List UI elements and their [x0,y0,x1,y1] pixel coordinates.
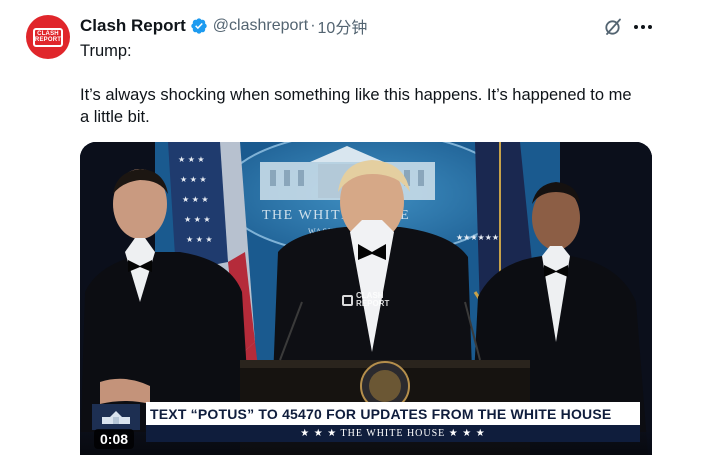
lower-third-headline: TEXT “POTUS” TO 45470 FOR UPDATES FROM T… [150,405,612,422]
grok-icon[interactable] [603,17,623,37]
tweet-text: Trump: It’s always shocking when somethi… [80,40,680,128]
avatar-line2: REPORT [34,37,62,43]
watermark-logo-icon [342,294,353,306]
video-duration: 0:08 [94,429,135,449]
more-icon[interactable] [632,17,654,37]
timestamp[interactable]: 10分钟 [318,14,368,38]
svg-text:★ ★ ★: ★ ★ ★ [180,175,207,184]
separator-dot: · [310,17,316,34]
lower-third-sub-bar: ★ ★ ★ THE WHITE HOUSE ★ ★ ★ [146,425,640,442]
svg-text:★ ★ ★: ★ ★ ★ [184,215,211,224]
verified-badge-icon [191,18,207,34]
video-watermark: CLASH REPORT [342,292,389,308]
avatar[interactable]: CLASH REPORT [26,15,70,59]
svg-text:★★★★★★: ★★★★★★ [456,233,499,242]
svg-text:★ ★ ★: ★ ★ ★ [182,195,209,204]
author-handle[interactable]: @clashreport [213,17,308,35]
avatar-logo: CLASH REPORT [33,27,63,47]
tweet-line-1: Trump: [80,42,132,60]
watermark-line2: REPORT [356,299,390,308]
lower-third-sub: ★ ★ ★ THE WHITE HOUSE ★ ★ ★ [300,428,486,439]
tweet-line-2: It’s always shocking when something like… [80,86,632,104]
white-house-icon [102,411,130,424]
tweet-line-3: a little bit. [80,108,150,126]
lower-third-headline-bar: TEXT “POTUS” TO 45470 FOR UPDATES FROM T… [146,402,640,425]
video-player[interactable]: THE WHITE HOUSE WASHINGTON ★ ★ ★★ ★ ★★ ★… [80,142,652,455]
video-duration-label: 0:08 [100,431,129,447]
white-house-logo [92,404,140,430]
tweet-header: Clash Report @clashreport · 10分钟 [80,14,367,38]
lower-third-banner: TEXT “POTUS” TO 45470 FOR UPDATES FROM T… [146,402,640,442]
svg-text:★ ★ ★: ★ ★ ★ [178,155,205,164]
display-name[interactable]: Clash Report [80,16,186,36]
svg-text:★ ★ ★: ★ ★ ★ [186,235,213,244]
